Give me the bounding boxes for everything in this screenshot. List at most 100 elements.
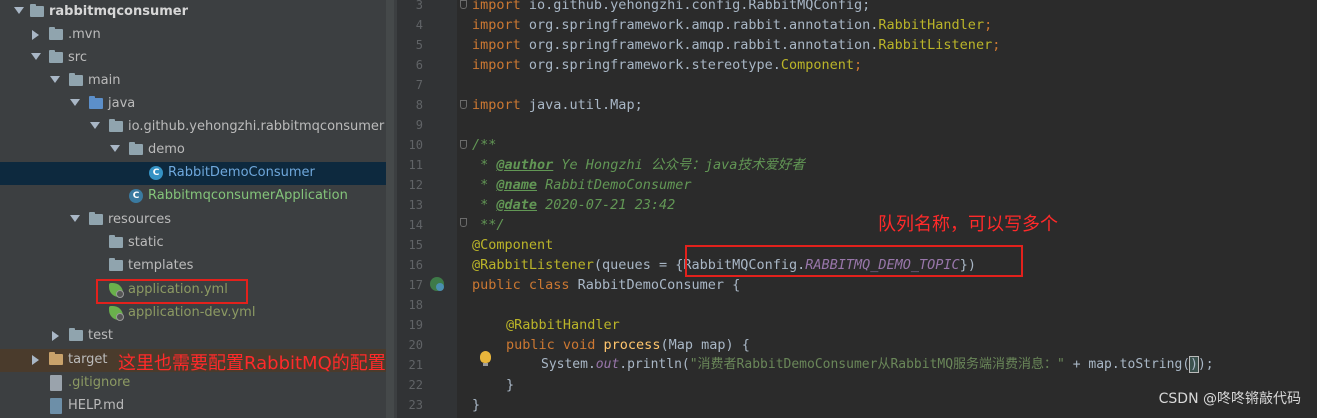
line-number: 20 [408,338,423,352]
expand-arrow-icon[interactable] [90,122,100,129]
expand-arrow-icon[interactable] [14,7,24,14]
line-number: 4 [415,18,423,32]
line-number: 17 [408,278,423,292]
package-icon [129,142,143,155]
code-line-8: import java.util.Map; [472,97,643,113]
tree-label: main [88,73,121,88]
fold-marker-icon[interactable] [460,140,467,149]
markdown-file-icon [50,398,62,414]
file-icon [50,375,62,391]
line-number: 3 [415,0,423,12]
collapse-arrow-icon[interactable] [52,331,59,341]
tree-item-application-dev-yml[interactable]: application-dev.yml [0,302,386,325]
lightbulb-icon[interactable] [480,351,491,366]
text-cursor: ) [1189,356,1199,373]
folder-icon [109,258,123,271]
fold-marker-icon[interactable] [460,0,467,9]
tree-label: demo [148,142,185,157]
tree-label: rabbitmqconsumer [49,4,188,19]
fold-marker-icon[interactable] [460,218,467,227]
code-line-22: } [506,377,515,393]
tree-item-mvn[interactable]: .mvn [0,24,386,47]
folder-icon [49,27,63,40]
code-line-13: * @date 2020-07-21 23:42 [472,197,676,213]
code-line-21: System.out.println("消费者RabbitDemoConsume… [541,356,1214,373]
highlight-box-application-yml [96,279,248,304]
code-line-23: } [472,397,481,413]
line-number: 22 [408,378,423,392]
line-number: 12 [408,178,423,192]
tree-label: src [68,50,87,65]
tree-label: RabbitDemoConsumer [168,165,315,180]
line-number: 16 [408,258,423,272]
folder-icon [69,328,83,341]
tree-item-test[interactable]: test [0,325,386,348]
tree-item-rabbitdemoconsumer[interactable]: C RabbitDemoConsumer [0,162,386,185]
folder-icon [49,50,63,63]
line-number: 8 [415,98,423,112]
line-number: 19 [408,318,423,332]
tree-label: test [88,328,113,343]
package-icon [109,119,123,132]
code-line-17: public class RabbitDemoConsumer { [472,277,741,293]
line-number: 9 [415,118,423,132]
tree-label: RabbitmqconsumerApplication [148,188,348,203]
tree-scrollbar[interactable] [386,0,394,418]
tree-label: templates [128,258,194,273]
line-number: 11 [408,158,423,172]
annotation-config-note: 这里也需要配置RabbitMQ的配置 [118,353,386,374]
annotation-queue-note: 队列名称，可以写多个 [878,214,1058,235]
line-number: 14 [408,218,423,232]
watermark: CSDN @咚咚锵敲代码 [1158,391,1301,407]
fold-marker-icon[interactable] [460,100,467,109]
module-folder-icon [30,4,44,17]
line-number: 13 [408,198,423,212]
expand-arrow-icon[interactable] [70,215,80,222]
code-line-6: import org.springframework.stereotype.Co… [472,57,863,73]
tree-item-java[interactable]: java [0,93,386,116]
tree-item-src[interactable]: src [0,47,386,70]
collapse-arrow-icon[interactable] [32,30,39,40]
line-number: 5 [415,38,423,52]
excluded-folder-icon [49,352,63,365]
spring-bean-gutter-icon[interactable] [430,277,444,291]
code-line-11: * @author Ye Hongzhi 公众号：java技术爱好者 [472,157,805,173]
source-folder-icon [89,96,103,109]
tree-label: .gitignore [68,375,131,390]
tree-label: static [128,235,164,250]
tree-label: java [108,96,136,111]
expand-arrow-icon[interactable] [70,99,80,106]
expand-arrow-icon[interactable] [110,145,120,152]
tree-label: .mvn [68,27,101,42]
tree-item-package[interactable]: io.github.yehongzhi.rabbitmqconsumer [0,116,386,139]
tree-label: HELP.md [68,398,125,413]
tree-item-static[interactable]: static [0,232,386,255]
tree-item-application-class[interactable]: C RabbitmqconsumerApplication [0,185,386,208]
expand-arrow-icon[interactable] [31,53,41,60]
code-line-19: @RabbitHandler [506,317,620,333]
tree-item-rabbitmqconsumer[interactable]: rabbitmqconsumer [0,1,386,24]
resources-folder-icon [89,212,103,225]
tree-label: io.github.yehongzhi.rabbitmqconsumer [128,119,385,134]
collapse-arrow-icon[interactable] [32,355,39,365]
tree-item-resources[interactable]: resources [0,209,386,232]
tree-label: target [68,352,108,367]
line-number: 10 [408,138,423,152]
tree-item-gitignore[interactable]: .gitignore [0,372,386,395]
tree-label: application-dev.yml [128,305,256,320]
tree-item-help-md[interactable]: HELP.md [0,395,386,418]
code-line-5: import org.springframework.amqp.rabbit.a… [472,37,1001,53]
tree-item-demo[interactable]: demo [0,139,386,162]
expand-arrow-icon[interactable] [50,76,60,83]
code-line-10: /** [472,137,497,153]
spring-yml-icon [109,306,124,321]
spring-boot-class-icon: C [129,189,143,203]
tree-item-templates[interactable]: templates [0,255,386,278]
line-number: 15 [408,238,423,252]
code-line-20: public void process(Map map) { [506,337,750,353]
tree-item-main[interactable]: main [0,70,386,93]
folder-icon [69,73,83,86]
code-line-15: @Component [472,237,554,253]
highlight-box-queues [685,245,1023,277]
line-number: 7 [415,78,423,92]
